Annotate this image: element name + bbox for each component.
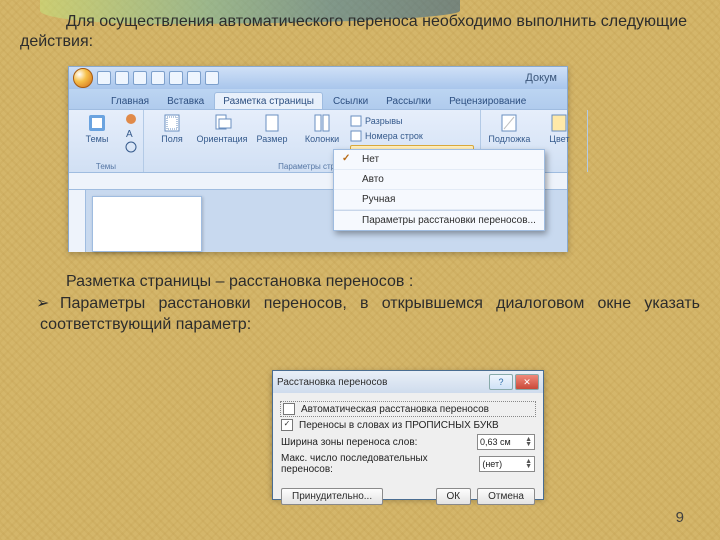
tab-insert[interactable]: Вставка	[159, 93, 212, 109]
qat-preview-icon[interactable]	[205, 71, 219, 85]
input-max[interactable]: (нет) ▲▼	[479, 456, 535, 472]
menu-item-auto[interactable]: Авто	[334, 170, 544, 190]
orientation-icon	[212, 113, 232, 133]
line-numbers-button[interactable]: Номера строк	[350, 130, 474, 142]
group-themes: Темы A Темы	[69, 110, 144, 172]
tab-home[interactable]: Главная	[103, 93, 157, 109]
checkbox-caps[interactable]: ✓	[281, 419, 293, 431]
columns-button[interactable]: Колонки	[300, 113, 344, 144]
force-button[interactable]: Принудительно...	[281, 488, 383, 505]
tab-page-layout[interactable]: Разметка страницы	[214, 92, 323, 109]
help-button[interactable]: ?	[489, 374, 513, 390]
label-max: Макс. число последовательных переносов:	[281, 453, 473, 475]
menu-item-none[interactable]: ✓ Нет	[334, 150, 544, 170]
step-heading: Разметка страницы – расстановка переносо…	[20, 272, 700, 292]
page-color-button[interactable]: Цвет	[537, 113, 581, 144]
menu-item-manual[interactable]: Ручная	[334, 190, 544, 210]
spinner-icon[interactable]: ▲▼	[525, 437, 532, 447]
page-number: 9	[676, 509, 684, 526]
theme-colors-icon[interactable]	[125, 113, 137, 125]
orientation-button[interactable]: Ориентация	[200, 113, 244, 144]
page-color-icon	[549, 113, 569, 133]
group-label-themes: Темы	[75, 162, 137, 171]
breaks-icon	[350, 115, 362, 127]
bullet-icon: ➢	[36, 294, 60, 315]
close-button[interactable]: ✕	[515, 374, 539, 390]
check-icon: ✓	[342, 153, 350, 164]
word-ribbon-screenshot: Докум Главная Вставка Разметка страницы …	[68, 66, 568, 252]
qat-new-icon[interactable]	[151, 71, 165, 85]
qat-open-icon[interactable]	[169, 71, 183, 85]
dialog-titlebar: Расстановка переносов ? ✕	[273, 371, 543, 393]
svg-text:A: A	[126, 129, 133, 139]
qat-print-icon[interactable]	[187, 71, 201, 85]
titlebar: Докум	[69, 67, 567, 89]
cancel-button[interactable]: Отмена	[477, 488, 535, 505]
margins-button[interactable]: Поля	[150, 113, 194, 144]
tab-review[interactable]: Рецензирование	[441, 93, 534, 109]
tab-mailings[interactable]: Рассылки	[378, 93, 439, 109]
qat-undo-icon[interactable]	[115, 71, 129, 85]
page-preview[interactable]	[92, 196, 202, 252]
size-button[interactable]: Размер	[250, 113, 294, 144]
hyphenation-dialog-screenshot: Расстановка переносов ? ✕ Автоматическая…	[272, 370, 544, 498]
qat-save-icon[interactable]	[97, 71, 111, 85]
qat-redo-icon[interactable]	[133, 71, 147, 85]
label-auto-hyphenation: Автоматическая расстановка переносов	[301, 404, 489, 415]
breaks-button[interactable]: Разрывы	[350, 115, 474, 127]
margins-icon	[162, 113, 182, 133]
size-icon	[262, 113, 282, 133]
ok-button[interactable]: ОК	[436, 488, 472, 505]
step-bullet: ➢Параметры расстановки переносов, в откр…	[20, 294, 700, 336]
themes-button[interactable]: Темы	[75, 113, 119, 144]
checkbox-auto-hyphenation[interactable]	[283, 403, 295, 415]
theme-fonts-icon[interactable]: A	[125, 127, 137, 139]
office-button-icon[interactable]	[73, 68, 93, 88]
input-zone[interactable]: 0,63 см ▲▼	[477, 434, 535, 450]
hyphenation-menu: ✓ Нет Авто Ручная Параметры расстановки …	[333, 149, 545, 231]
label-caps: Переносы в словах из ПРОПИСНЫХ БУКВ	[299, 420, 499, 431]
dialog-title: Расстановка переносов	[277, 377, 387, 388]
vertical-ruler[interactable]	[69, 190, 86, 252]
tab-references[interactable]: Ссылки	[325, 93, 376, 109]
theme-effects-icon[interactable]	[125, 141, 137, 153]
spinner-icon[interactable]: ▲▼	[525, 459, 532, 469]
label-zone: Ширина зоны переноса слов:	[281, 437, 417, 448]
line-numbers-icon	[350, 130, 362, 142]
watermark-icon	[499, 113, 519, 133]
intro-text: Для осуществления автоматического перено…	[20, 12, 700, 52]
doc-title: Докум	[525, 72, 563, 84]
themes-icon	[87, 113, 107, 133]
columns-icon	[312, 113, 332, 133]
watermark-button[interactable]: Подложка	[487, 113, 531, 144]
ribbon-tabs: Главная Вставка Разметка страницы Ссылки…	[69, 89, 567, 109]
menu-item-options[interactable]: Параметры расстановки переносов...	[334, 210, 544, 230]
